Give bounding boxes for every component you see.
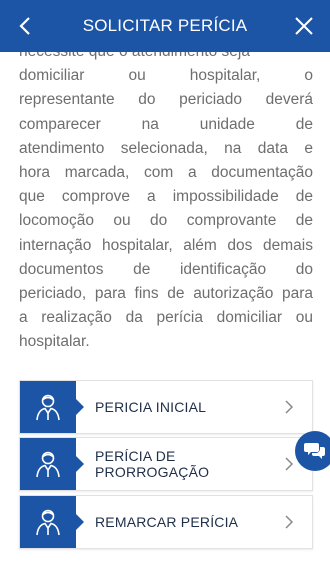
paragraph-line: representante do periciado deverá — [19, 91, 313, 109]
paragraph-line: atendimento selecionada, na data e — [19, 139, 313, 157]
option-label: PERICIA INICIAL — [95, 399, 207, 415]
paragraph-line: periciado, para fins de autorização para — [19, 285, 313, 303]
option-label: PERÍCIA DE PRORROGAÇÃO — [95, 448, 210, 480]
option-remarcar-pericia[interactable]: REMARCAR PERÍCIA — [19, 495, 313, 549]
paragraph-line: documentos de identificação do — [19, 260, 313, 278]
chevron-right-icon — [285, 457, 294, 471]
paragraph-line: hora marcada, com a documentação — [19, 164, 313, 182]
paragraph-line: comparecer na unidade de — [19, 115, 313, 133]
paragraph-line: hospitalar. — [19, 333, 90, 351]
info-paragraph: necessite que o atendimento seja domicil… — [19, 40, 313, 355]
option-icon-box — [20, 438, 84, 490]
close-icon[interactable] — [292, 14, 316, 38]
option-label: REMARCAR PERÍCIA — [95, 514, 239, 530]
option-icon-box — [20, 496, 84, 548]
paragraph-line: internação hospitalar, além dos demais — [19, 236, 313, 254]
person-icon — [36, 509, 60, 536]
chevron-right-icon — [285, 515, 294, 529]
person-icon — [36, 394, 60, 421]
paragraph-line: locomoção ou do comprovante de — [19, 212, 313, 230]
icon-box-notch — [76, 514, 84, 530]
paragraph-line: a realização da perícia domiciliar ou — [19, 309, 313, 327]
top-bar: SOLICITAR PERÍCIA — [0, 0, 330, 52]
page-title: SOLICITAR PERÍCIA — [82, 16, 248, 35]
chat-button[interactable] — [295, 431, 330, 471]
person-icon — [36, 451, 60, 478]
icon-box-notch — [76, 399, 84, 415]
option-icon-box — [20, 381, 84, 433]
option-pericia-inicial[interactable]: PERICIA INICIAL — [19, 380, 313, 434]
icon-box-notch — [76, 456, 84, 472]
chevron-right-icon — [285, 400, 294, 414]
content-area: necessite que o atendimento seja domicil… — [0, 40, 330, 570]
paragraph-line: domiciliar ou hospitalar, o — [19, 67, 313, 85]
chat-bubbles-icon — [304, 443, 325, 459]
paragraph-line: que comprove a impossibilidade de — [19, 188, 313, 206]
option-pericia-prorrogacao[interactable]: PERÍCIA DE PRORROGAÇÃO — [19, 437, 313, 491]
